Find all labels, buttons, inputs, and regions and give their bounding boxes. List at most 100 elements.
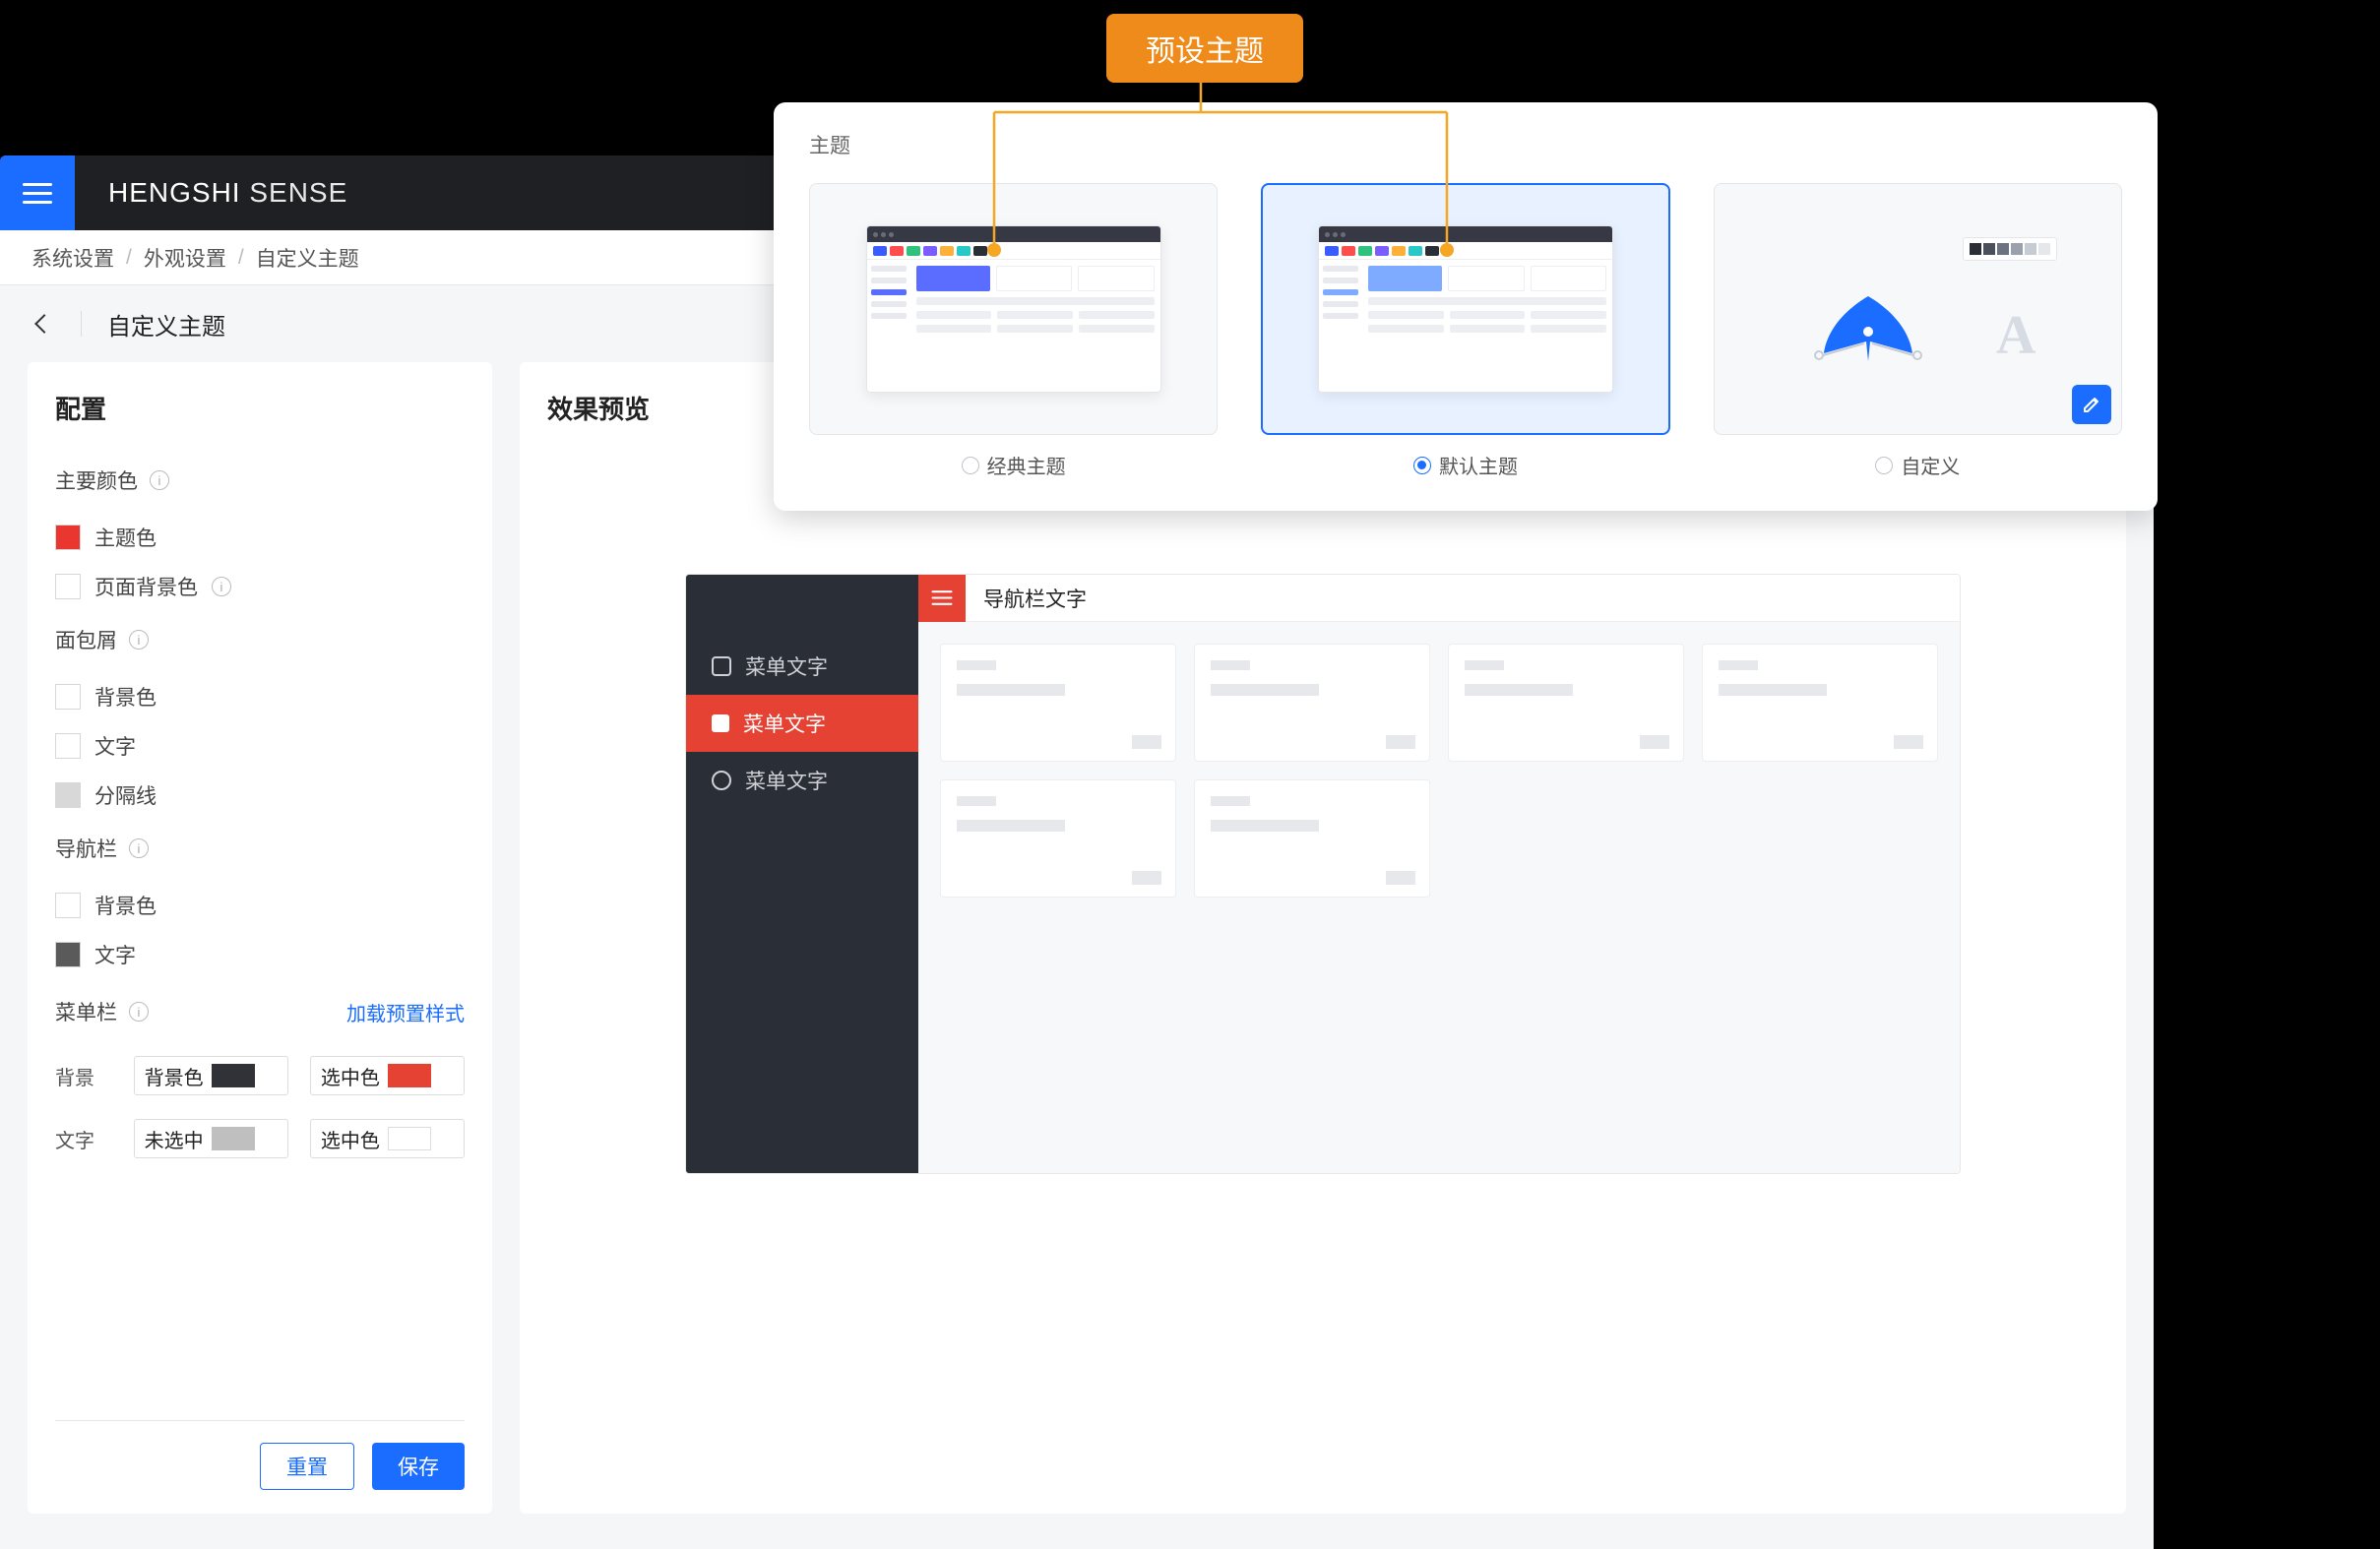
color-swatch xyxy=(388,1064,431,1087)
page-bg-row[interactable]: 页面背景色 i xyxy=(55,572,465,601)
config-heading: 配置 xyxy=(55,390,465,426)
menubar-bg-color-picker[interactable]: 背景色 xyxy=(134,1056,288,1095)
edit-custom-theme-button[interactable] xyxy=(2072,385,2111,424)
save-button[interactable]: 保存 xyxy=(372,1443,465,1490)
group-title-text: 主要颜色 xyxy=(55,465,138,495)
info-icon[interactable]: i xyxy=(150,470,169,490)
row-label: 背景色 xyxy=(94,682,157,712)
radio-icon[interactable] xyxy=(1413,457,1431,474)
preview-menu-item: 菜单文字 xyxy=(686,638,918,695)
preview-panel: 效果预览 菜单文字 菜单文字 菜单文字 xyxy=(520,362,2126,1514)
preview-card xyxy=(1448,644,1684,762)
pair-text: 未选中 xyxy=(145,1125,204,1153)
row-label: 背景色 xyxy=(94,891,157,920)
breadcrumb-sep: / xyxy=(238,246,244,270)
load-preset-link[interactable]: 加载预置样式 xyxy=(346,998,465,1026)
radio-icon[interactable] xyxy=(962,457,979,474)
vertical-divider xyxy=(81,311,82,337)
theme-color-row[interactable]: 主题色 xyxy=(55,523,465,552)
pair-text: 选中色 xyxy=(321,1062,380,1090)
color-swatch xyxy=(388,1127,431,1150)
nodes-icon xyxy=(712,771,731,790)
theme-label[interactable]: 自定义 xyxy=(1875,451,1960,479)
hamburger-icon xyxy=(23,192,52,195)
page-title: 自定义主题 xyxy=(107,307,225,341)
info-icon[interactable]: i xyxy=(129,1002,149,1022)
pair-label: 文字 xyxy=(55,1125,112,1153)
radio-icon[interactable] xyxy=(1875,457,1893,474)
group-primary-color: 主要颜色 i xyxy=(55,465,465,495)
breadcrumb-item[interactable]: 系统设置 xyxy=(31,243,114,273)
color-swatch xyxy=(212,1064,255,1087)
theme-label-text: 自定义 xyxy=(1901,451,1960,479)
hamburger-icon xyxy=(932,596,953,598)
group-title-text: 面包屑 xyxy=(55,625,117,654)
menubar-text-unselected-picker[interactable]: 未选中 xyxy=(134,1119,288,1158)
preview-header: 导航栏文字 xyxy=(918,575,1960,622)
theme-label[interactable]: 经典主题 xyxy=(962,451,1066,479)
pair-text: 选中色 xyxy=(321,1125,380,1153)
color-swatch-page-bg[interactable] xyxy=(55,574,81,599)
annotation-text: 预设主题 xyxy=(1146,27,1264,70)
theme-label-text: 默认主题 xyxy=(1439,451,1518,479)
preview-card xyxy=(940,644,1176,762)
navbar-text-row[interactable]: 文字 xyxy=(55,940,465,969)
preview-nav-text: 导航栏文字 xyxy=(966,584,1087,613)
preview-main: 导航栏文字 xyxy=(918,575,1960,1173)
pair-text: 背景色 xyxy=(145,1062,204,1090)
preview-card xyxy=(1194,779,1430,898)
preview-menu-text: 菜单文字 xyxy=(743,709,826,738)
reset-button[interactable]: 重置 xyxy=(260,1443,354,1490)
color-swatch[interactable] xyxy=(55,893,81,918)
color-swatch[interactable] xyxy=(55,782,81,808)
menubar-bg-selected-picker[interactable]: 选中色 xyxy=(310,1056,465,1095)
group-navbar: 导航栏 i xyxy=(55,834,465,863)
annotation-callout: 预设主题 xyxy=(1106,14,1303,83)
breadcrumb-text-row[interactable]: 文字 xyxy=(55,731,465,761)
theme-label[interactable]: 默认主题 xyxy=(1413,451,1518,479)
breadcrumb-item[interactable]: 自定义主题 xyxy=(256,243,359,273)
preview-top-menu-button xyxy=(918,575,966,622)
letter-a-icon: A xyxy=(1996,304,2036,367)
preview-menu-text: 菜单文字 xyxy=(745,766,828,795)
color-palette-icon xyxy=(1963,237,2057,261)
cube-icon xyxy=(712,656,731,676)
chart-icon xyxy=(712,714,729,732)
config-buttons: 重置 保存 xyxy=(55,1420,465,1490)
preview-card-grid xyxy=(918,622,1960,919)
annotation-connector xyxy=(984,83,1476,270)
info-icon[interactable]: i xyxy=(129,838,149,858)
back-chevron-icon[interactable] xyxy=(34,314,54,334)
menubar-text-selected-picker[interactable]: 选中色 xyxy=(310,1119,465,1158)
preview-menu-text: 菜单文字 xyxy=(745,651,828,681)
navbar-bg-row[interactable]: 背景色 xyxy=(55,891,465,920)
main-menu-button[interactable] xyxy=(0,155,75,230)
row-label: 文字 xyxy=(94,731,136,761)
pen-nib-icon xyxy=(1809,284,1927,373)
row-label: 页面背景色 xyxy=(94,572,198,601)
group-title-text: 菜单栏 xyxy=(55,997,117,1026)
color-swatch-theme[interactable] xyxy=(55,525,81,550)
row-label: 分隔线 xyxy=(94,780,157,810)
color-swatch[interactable] xyxy=(55,942,81,967)
color-swatch[interactable] xyxy=(55,733,81,759)
breadcrumb-item[interactable]: 外观设置 xyxy=(144,243,226,273)
theme-option-custom[interactable]: A 自定义 xyxy=(1714,183,2122,479)
menubar-text-row: 文字 未选中 选中色 xyxy=(55,1119,465,1158)
row-label: 文字 xyxy=(94,940,136,969)
brand-logo-text: HENGSHI SENSE xyxy=(108,177,347,209)
row-label: 主题色 xyxy=(94,523,157,552)
color-swatch[interactable] xyxy=(55,684,81,710)
group-breadcrumb: 面包屑 i xyxy=(55,625,465,654)
preview-card xyxy=(940,779,1176,898)
brand-bold: HENGSHI xyxy=(108,177,241,208)
color-swatch xyxy=(212,1127,255,1150)
breadcrumb-divider-row[interactable]: 分隔线 xyxy=(55,780,465,810)
group-menubar: 菜单栏 i 加载预置样式 xyxy=(55,997,465,1026)
preview-menu-item: 菜单文字 xyxy=(686,752,918,809)
theme-thumb-custom[interactable]: A xyxy=(1714,183,2122,435)
preview-card xyxy=(1702,644,1938,762)
info-icon[interactable]: i xyxy=(212,577,231,596)
info-icon[interactable]: i xyxy=(129,630,149,650)
breadcrumb-bg-row[interactable]: 背景色 xyxy=(55,682,465,712)
